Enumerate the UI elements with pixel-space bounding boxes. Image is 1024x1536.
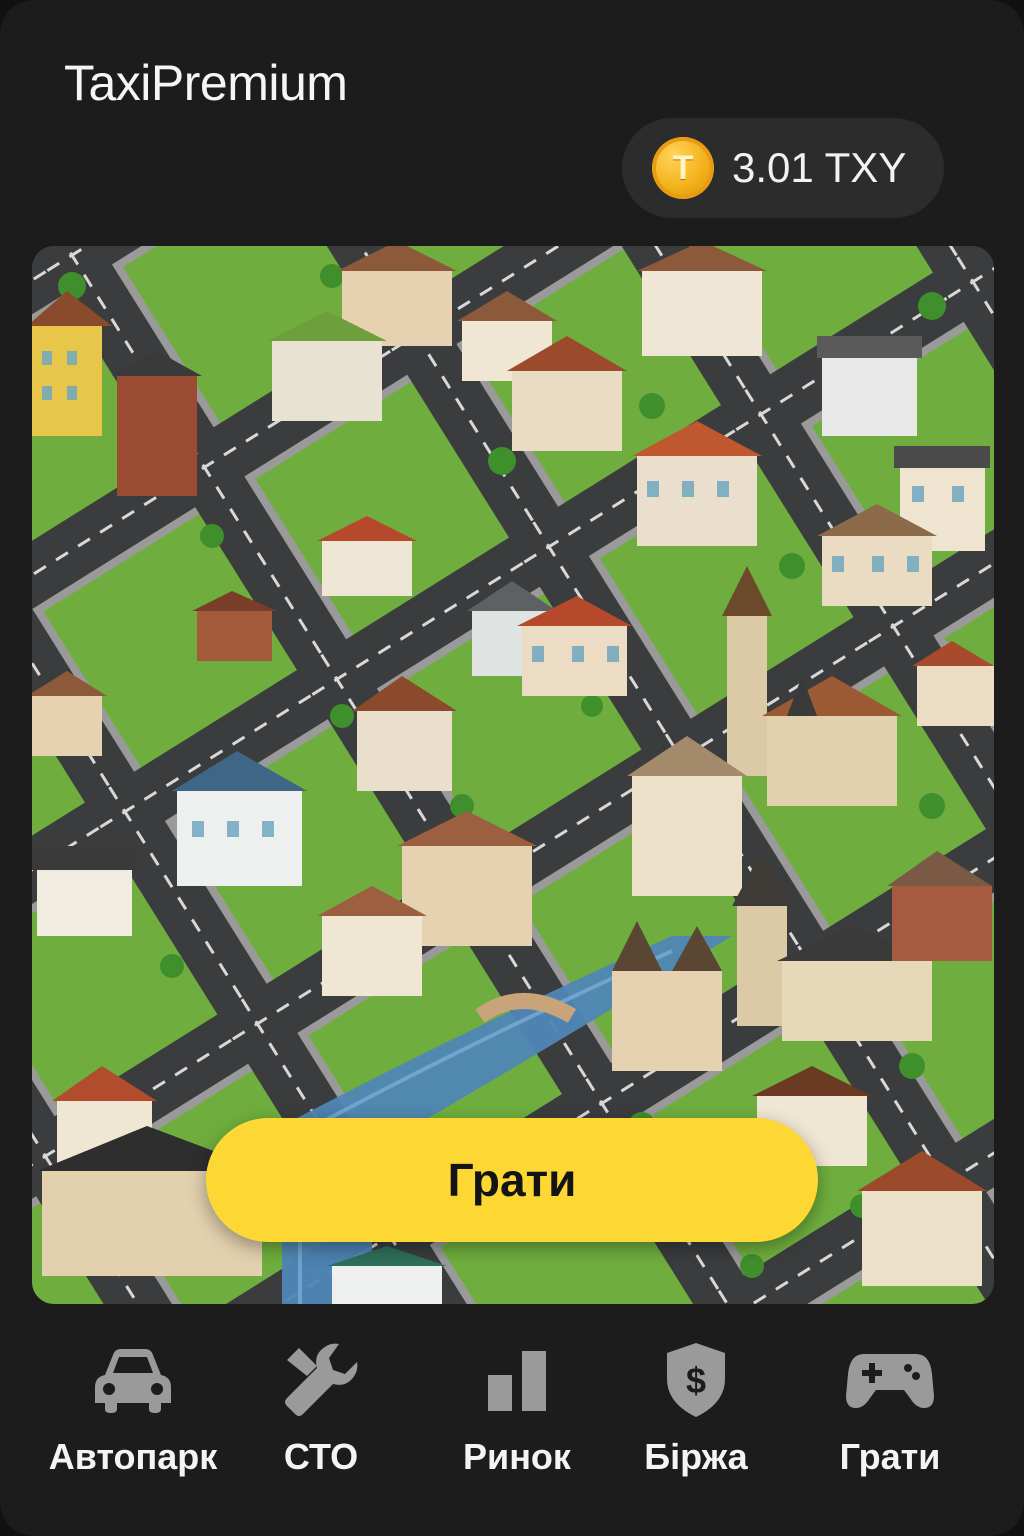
app-title: TaxiPremium — [64, 55, 348, 111]
nav-item-sto[interactable]: СТО — [221, 1330, 421, 1490]
nav-item-market[interactable]: Ринок — [417, 1330, 617, 1490]
nav-label-play: Грати — [839, 1436, 941, 1477]
shield-dollar-icon: $ — [646, 1330, 746, 1430]
play-button[interactable]: Грати — [206, 1118, 818, 1242]
bottom-nav: Автопарк СТО Ринок $ Біржа Грати — [0, 1330, 1024, 1510]
coin-icon: T — [652, 137, 714, 199]
nav-label-exchange: Біржа — [644, 1436, 748, 1477]
svg-text:$: $ — [686, 1360, 706, 1401]
coin-symbol: T — [672, 148, 694, 187]
balance-pill[interactable]: T 3.01 TXY — [622, 118, 944, 218]
nav-item-exchange[interactable]: $ Біржа — [596, 1330, 796, 1490]
bar-chart-icon — [467, 1330, 567, 1430]
app-screen: TaxiPremium T 3.01 TXY Грати Автопарк СТ… — [0, 0, 1024, 1536]
nav-label-market: Ринок — [463, 1436, 571, 1477]
balance-amount: 3.01 TXY — [732, 144, 907, 191]
gamepad-icon — [840, 1330, 940, 1430]
nav-label-sto: СТО — [283, 1436, 359, 1477]
car-icon — [83, 1330, 183, 1430]
nav-item-autopark[interactable]: Автопарк — [33, 1330, 233, 1490]
wrench-icon — [271, 1330, 371, 1430]
nav-label-autopark: Автопарк — [48, 1436, 218, 1477]
nav-item-play[interactable]: Грати — [790, 1330, 990, 1490]
